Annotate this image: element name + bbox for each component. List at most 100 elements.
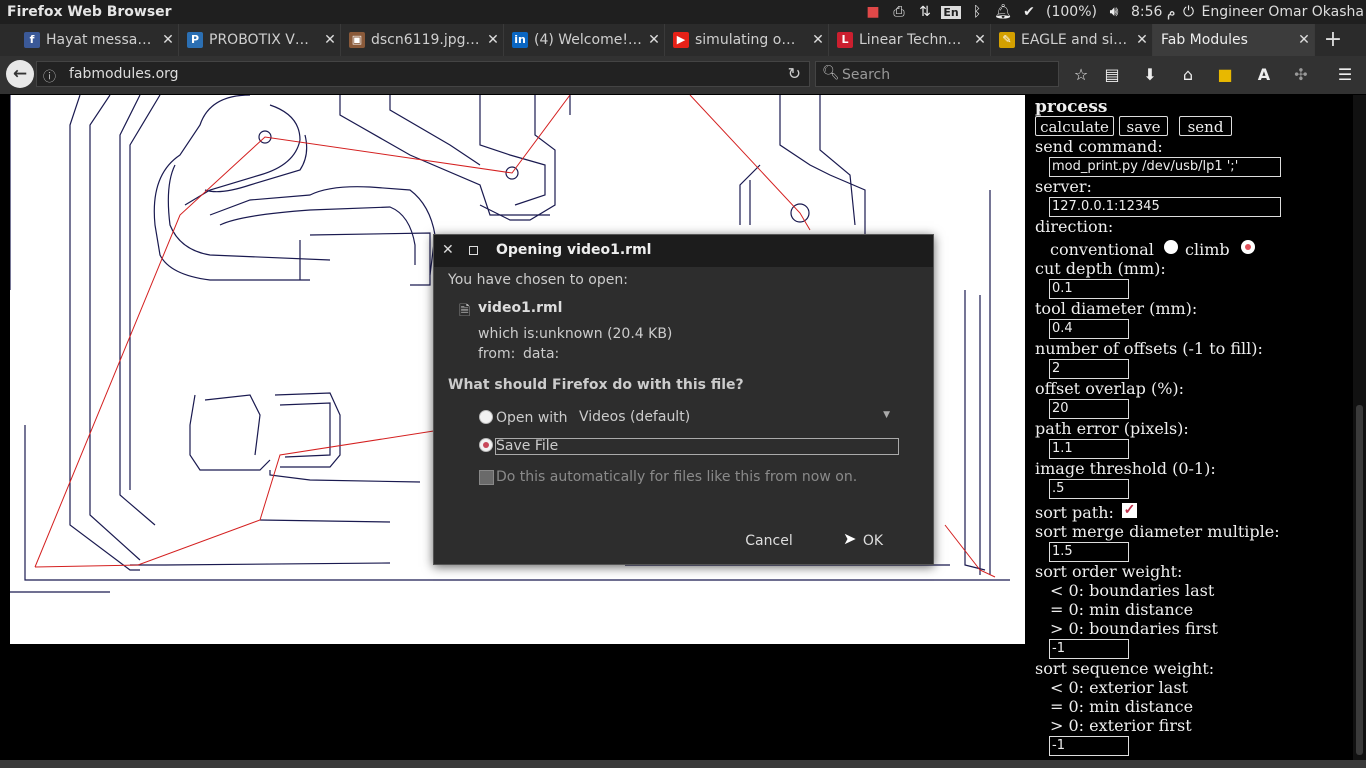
sequence-hint-line: = 0: min distance (1050, 697, 1194, 716)
tab[interactable]: P PROBOTIX V… ✕ (179, 24, 341, 56)
toolpath-trace (209, 186, 436, 276)
order-weight-label: sort order weight: (1035, 562, 1183, 581)
tab[interactable]: ✎ EAGLE and si… ✕ (991, 24, 1153, 56)
save-file-label[interactable]: Save File (496, 438, 558, 454)
direction-conventional-radio[interactable] (1164, 240, 1178, 254)
threshold-label: image threshold (0-1): (1035, 459, 1216, 478)
search-icon: 🔍︎ (822, 65, 840, 81)
downloads-icon[interactable]: ⬇ (1137, 62, 1163, 88)
page-scrollbar[interactable] (1353, 95, 1366, 760)
power-icon[interactable]: ⏻ (1180, 0, 1198, 24)
reading-list-icon[interactable]: ▤ (1099, 62, 1125, 88)
navigation-bar: ← ⓘ fabmodules.org ↻ 🔍︎ ☆ ▤ ⬇ ⌂ ■ A ✣ ☰ (0, 56, 1366, 94)
search-bar[interactable]: 🔍︎ (815, 61, 1059, 87)
bluetooth-icon[interactable]: ᛒ (964, 0, 990, 24)
order-hint-line: = 0: min distance (1050, 600, 1194, 619)
download-dialog: ✕ Opening video1.rml You have chosen to … (433, 234, 934, 565)
battery-percent: (100%) (1046, 4, 1097, 20)
home-icon[interactable]: ⌂ (1175, 62, 1201, 88)
font-extension-icon[interactable]: A (1251, 62, 1277, 88)
open-with-app-value: Videos (default) (579, 409, 691, 425)
back-button[interactable]: ← (6, 60, 34, 88)
action-question: What should Firefox do with this file? (448, 377, 744, 393)
send-button[interactable]: send (1179, 116, 1232, 136)
auto-action-label[interactable]: Do this automatically for files like thi… (496, 469, 857, 485)
open-with-app-select[interactable]: Videos (default) ▼ (574, 408, 898, 428)
chevron-down-icon: ▼ (883, 410, 890, 420)
sticky-note-icon[interactable]: ■ (1212, 62, 1238, 88)
app-title: Firefox Web Browser (7, 4, 172, 20)
tab[interactable]: L Linear Techn… ✕ (829, 24, 991, 56)
url-bar[interactable]: ⓘ fabmodules.org ↻ (36, 61, 810, 87)
path-error-label: path error (pixels): (1035, 419, 1189, 438)
close-icon[interactable]: ✕ (442, 242, 454, 258)
network-transfer-icon[interactable]: ⇅ (912, 0, 938, 24)
ok-button[interactable]: OK (828, 528, 918, 554)
open-with-radio[interactable] (479, 410, 493, 424)
reload-icon[interactable]: ↻ (788, 64, 801, 83)
tab-close-icon[interactable]: ✕ (644, 32, 664, 48)
mouse-cursor-icon: ➤ (843, 529, 857, 548)
merge-input[interactable]: 1.5 (1049, 542, 1129, 562)
new-tab-button[interactable]: + (1318, 24, 1348, 56)
cut-depth-label: cut depth (mm): (1035, 259, 1166, 278)
search-input[interactable] (840, 64, 1054, 86)
keyboard-layout-indicator[interactable]: En (938, 0, 964, 24)
tab[interactable]: ▣ dscn6119.jpg… ✕ (341, 24, 504, 56)
tab-close-icon[interactable]: ✕ (320, 32, 340, 48)
calculate-button[interactable]: calculate (1035, 116, 1114, 136)
volume-icon[interactable]: 🔊︎ (1101, 0, 1127, 24)
toolpath-trace (204, 394, 261, 456)
cancel-button[interactable]: Cancel (724, 528, 814, 554)
tab-close-icon[interactable]: ✕ (1294, 32, 1314, 48)
overlap-input[interactable]: 20 (1049, 399, 1129, 419)
maximize-icon[interactable] (469, 246, 478, 255)
open-with-label[interactable]: Open with (496, 410, 568, 426)
path-error-input[interactable]: 1.1 (1049, 439, 1129, 459)
tab-close-icon[interactable]: ✕ (483, 32, 503, 48)
file-source-value: data: (523, 346, 560, 362)
user-name[interactable]: Engineer Omar Okasha (1198, 0, 1366, 24)
cut-depth-input[interactable]: 0.1 (1049, 279, 1129, 299)
sequence-hint-line: > 0: exterior first (1050, 716, 1192, 735)
tab-close-icon[interactable]: ✕ (808, 32, 828, 48)
tab-close-icon[interactable]: ✕ (970, 32, 990, 48)
tab[interactable]: in (4) Welcome!… ✕ (504, 24, 665, 56)
tab-close-icon[interactable]: ✕ (158, 32, 178, 48)
order-weight-input[interactable]: -1 (1049, 639, 1129, 659)
save-file-radio[interactable] (479, 438, 493, 452)
send-command-input[interactable]: mod_print.py /dev/usb/lp1 ';' (1049, 157, 1281, 177)
tab-label: Fab Modules (1161, 32, 1248, 48)
threshold-input[interactable]: .5 (1049, 479, 1129, 499)
sequence-weight-input[interactable]: -1 (1049, 736, 1129, 756)
direction-climb-radio[interactable] (1241, 240, 1255, 254)
menu-hamburger-icon[interactable]: ☰ (1332, 62, 1358, 88)
overlap-label: offset overlap (%): (1035, 379, 1185, 398)
offsets-input[interactable]: 2 (1049, 359, 1129, 379)
auto-action-checkbox[interactable] (479, 470, 494, 485)
save-button[interactable]: save (1119, 116, 1168, 136)
clock[interactable]: 8:56 م (1127, 0, 1180, 24)
tab[interactable]: f Hayat messa… ✕ (16, 24, 179, 56)
tab-close-icon[interactable]: ✕ (1132, 32, 1152, 48)
linear-tech-icon: L (837, 32, 853, 48)
sort-path-checkbox[interactable]: ✓ (1122, 503, 1137, 518)
puzzle-extension-icon[interactable]: ✣ (1288, 62, 1314, 88)
order-hint-line: > 0: boundaries first (1050, 619, 1218, 638)
toolpath-trace (779, 95, 866, 235)
facebook-icon: f (24, 32, 40, 48)
battery-icon[interactable]: ✔ (1016, 0, 1042, 24)
server-input[interactable]: 127.0.0.1:12345 (1049, 197, 1281, 217)
tool-diameter-input[interactable]: 0.4 (1049, 319, 1129, 339)
bookmark-star-icon[interactable]: ☆ (1068, 62, 1094, 88)
tab[interactable]: ▶ simulating o… ✕ (665, 24, 829, 56)
printer-icon[interactable]: ⎙ (886, 0, 912, 24)
url-text[interactable]: fabmodules.org (69, 66, 179, 82)
eagle-icon: ✎ (999, 32, 1015, 48)
scrollbar-thumb[interactable] (1356, 405, 1363, 755)
notification-bell-icon[interactable]: 🔔︎ (990, 0, 1016, 24)
screen-recorder-icon[interactable]: ■ (860, 0, 886, 24)
tab[interactable]: Fab Modules ✕ (1153, 24, 1315, 56)
dialog-title: Opening video1.rml (496, 242, 652, 258)
site-info-icon[interactable]: ⓘ (43, 66, 56, 85)
